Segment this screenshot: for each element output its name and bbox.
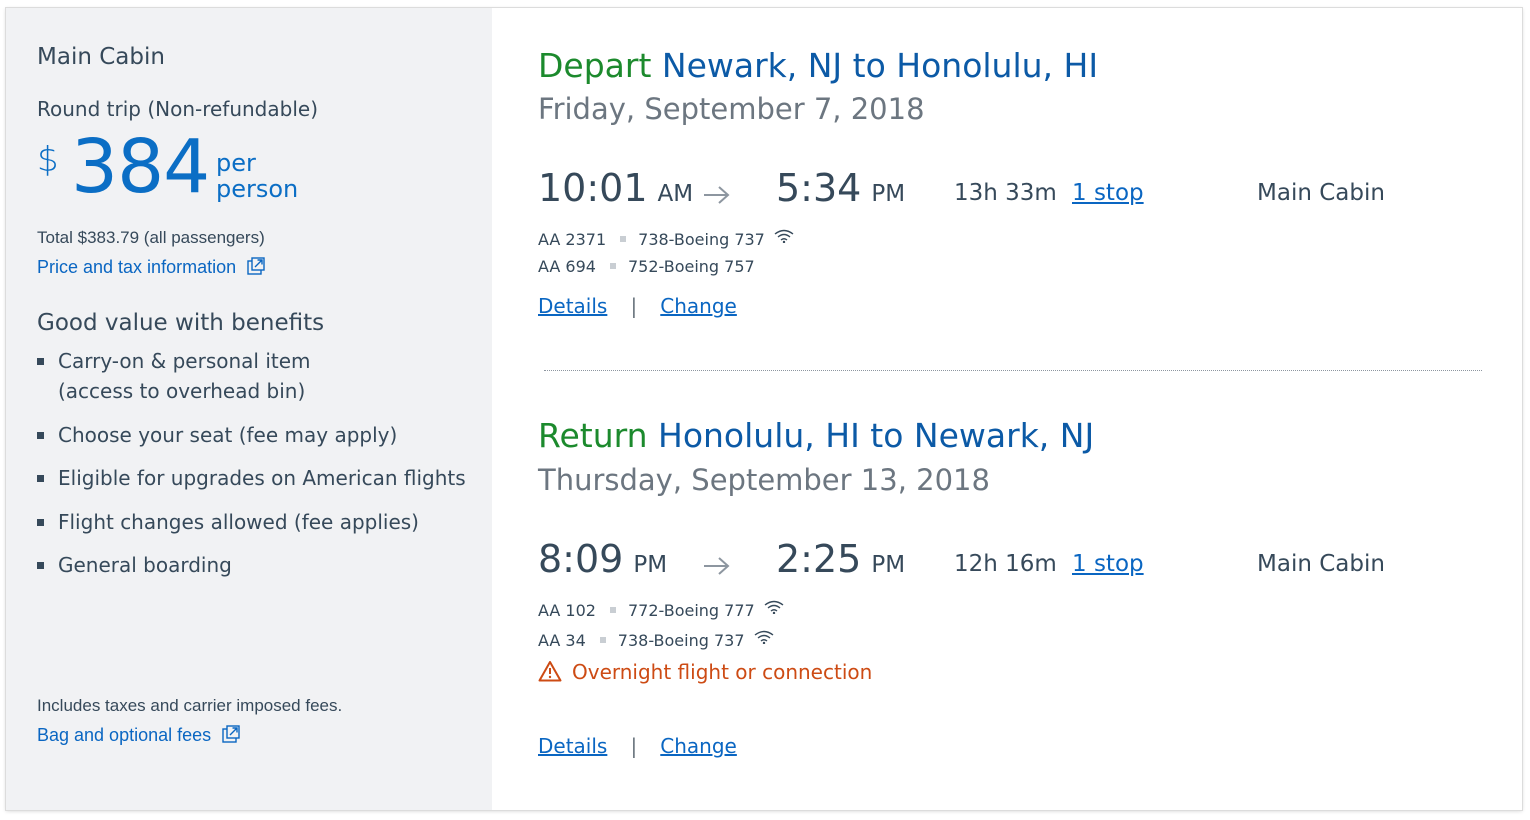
return-heading: Return Honolulu, HI to Newark, NJ	[538, 416, 1094, 455]
benefit-text: Choose your seat (fee may apply)	[58, 423, 398, 447]
depart-time: 8:09 PM	[538, 537, 667, 581]
time-value: 2:25	[776, 537, 862, 581]
benefits-title: Good value with benefits	[37, 310, 325, 336]
aircraft: 738-Boeing 737	[617, 631, 745, 650]
benefit-text: Carry-on & personal item (access to over…	[58, 346, 311, 406]
flight-number: AA 34	[538, 631, 586, 650]
benefit-text: General boarding	[58, 553, 232, 577]
action-separator: |	[630, 734, 638, 758]
trip-type: Round trip (Non-refundable)	[37, 97, 318, 121]
change-link[interactable]: Change	[660, 734, 737, 758]
aircraft: 738-Boeing 737	[638, 230, 765, 249]
benefit-item: Choose your seat (fee may apply)	[37, 420, 467, 450]
return-date: Thursday, September 13, 2018	[538, 463, 990, 497]
external-link-icon	[222, 725, 240, 743]
price-amount: 384	[71, 124, 210, 210]
time-value: 10:01	[538, 166, 648, 210]
duration-minutes: 16m	[1005, 551, 1057, 577]
price-currency: $	[37, 140, 59, 180]
wifi-icon	[764, 600, 784, 614]
direction-label: Depart	[538, 46, 652, 85]
flight-leg: AA 694 752-Boeing 757	[538, 257, 755, 279]
time-value: 8:09	[538, 537, 624, 581]
duration-hours: 13h	[954, 180, 998, 206]
route-label: Newark, NJ to Honolulu, HI	[661, 46, 1099, 85]
warning-triangle-icon	[538, 661, 562, 682]
trip-duration: 13h 33m	[954, 180, 1057, 206]
benefit-line: (access to overhead bin)	[58, 379, 306, 403]
separator-dot	[609, 607, 616, 613]
external-link-icon	[247, 257, 265, 275]
warning-text: Overnight flight or connection	[572, 660, 873, 684]
benefit-item: Eligible for upgrades on American flight…	[37, 463, 467, 493]
time-ampm: PM	[871, 181, 906, 207]
benefit-text: Eligible for upgrades on American flight…	[58, 466, 466, 490]
stops-link[interactable]: 1 stop	[1072, 180, 1144, 206]
itinerary-panel: Depart Newark, NJ to Honolulu, HI Friday…	[492, 8, 1522, 810]
trip-duration: 12h 16m	[954, 551, 1057, 577]
depart-date: Friday, September 7, 2018	[538, 92, 925, 126]
bag-fees-link-label: Bag and optional fees	[37, 725, 212, 745]
time-ampm: PM	[871, 552, 906, 578]
bullet	[37, 562, 44, 569]
cabin-class: Main Cabin	[1257, 180, 1385, 206]
action-separator: |	[630, 294, 638, 318]
per-person-label: per person	[216, 150, 298, 202]
depart-heading: Depart Newark, NJ to Honolulu, HI	[538, 46, 1098, 85]
depart-actions: Details | Change	[538, 294, 737, 318]
return-actions: Details | Change	[538, 734, 737, 758]
details-link[interactable]: Details	[538, 734, 607, 758]
flight-number: AA 694	[538, 257, 596, 276]
overnight-warning: Overnight flight or connection	[538, 660, 872, 684]
fare-sidebar: Main Cabin Round trip (Non-refundable) $…	[6, 8, 492, 810]
per-label: per	[216, 149, 256, 177]
separator-dot	[599, 637, 606, 643]
bullet	[37, 519, 44, 526]
flight-leg: AA 102 772-Boeing 777	[538, 600, 784, 622]
flight-number: AA 102	[538, 601, 596, 620]
depart-time: 10:01 AM	[538, 166, 693, 210]
bullet	[37, 358, 44, 365]
flight-number: AA 2371	[538, 230, 607, 249]
stops-link[interactable]: 1 stop	[1072, 551, 1144, 577]
time-ampm: AM	[657, 181, 694, 207]
bullet	[37, 432, 44, 439]
route-label: Honolulu, HI to Newark, NJ	[658, 416, 1095, 455]
benefit-line: Carry-on & personal item	[58, 349, 311, 373]
wifi-icon	[754, 630, 774, 644]
section-divider	[544, 370, 1482, 371]
change-link[interactable]: Change	[660, 294, 737, 318]
time-value: 5:34	[776, 166, 862, 210]
arrival-time: 5:34 PM	[776, 166, 905, 210]
price-tax-link[interactable]: Price and tax information	[37, 257, 265, 278]
wifi-icon	[774, 229, 794, 243]
details-link[interactable]: Details	[538, 294, 607, 318]
duration-minutes: 33m	[1005, 180, 1057, 206]
time-ampm: PM	[633, 552, 668, 578]
cabin-class: Main Cabin	[1257, 551, 1385, 577]
fare-summary-card: Main Cabin Round trip (Non-refundable) $…	[6, 8, 1522, 810]
right-arrow-icon	[704, 186, 730, 204]
separator-dot	[609, 263, 616, 269]
cabin-title: Main Cabin	[37, 44, 165, 70]
flight-leg: AA 34 738-Boeing 737	[538, 630, 774, 652]
benefit-item: Flight changes allowed (fee applies)	[37, 507, 467, 537]
separator-dot	[620, 236, 627, 242]
flight-leg: AA 2371 738-Boeing 737	[538, 229, 794, 251]
total-price: Total $383.79 (all passengers)	[37, 228, 265, 247]
arrival-time: 2:25 PM	[776, 537, 905, 581]
aircraft: 752-Boeing 757	[627, 257, 755, 276]
price-tax-link-label: Price and tax information	[37, 257, 237, 277]
bullet	[37, 475, 44, 482]
direction-label: Return	[538, 416, 648, 455]
aircraft: 772-Boeing 777	[627, 601, 755, 620]
benefit-text: Flight changes allowed (fee applies)	[58, 510, 419, 534]
benefit-item: General boarding	[37, 550, 467, 580]
bag-fees-link[interactable]: Bag and optional fees	[37, 725, 240, 746]
benefit-item: Carry-on & personal item (access to over…	[37, 346, 467, 406]
includes-note: Includes taxes and carrier imposed fees.	[37, 696, 343, 715]
right-arrow-icon	[704, 557, 730, 575]
person-label: person	[216, 175, 299, 203]
duration-hours: 12h	[954, 551, 998, 577]
